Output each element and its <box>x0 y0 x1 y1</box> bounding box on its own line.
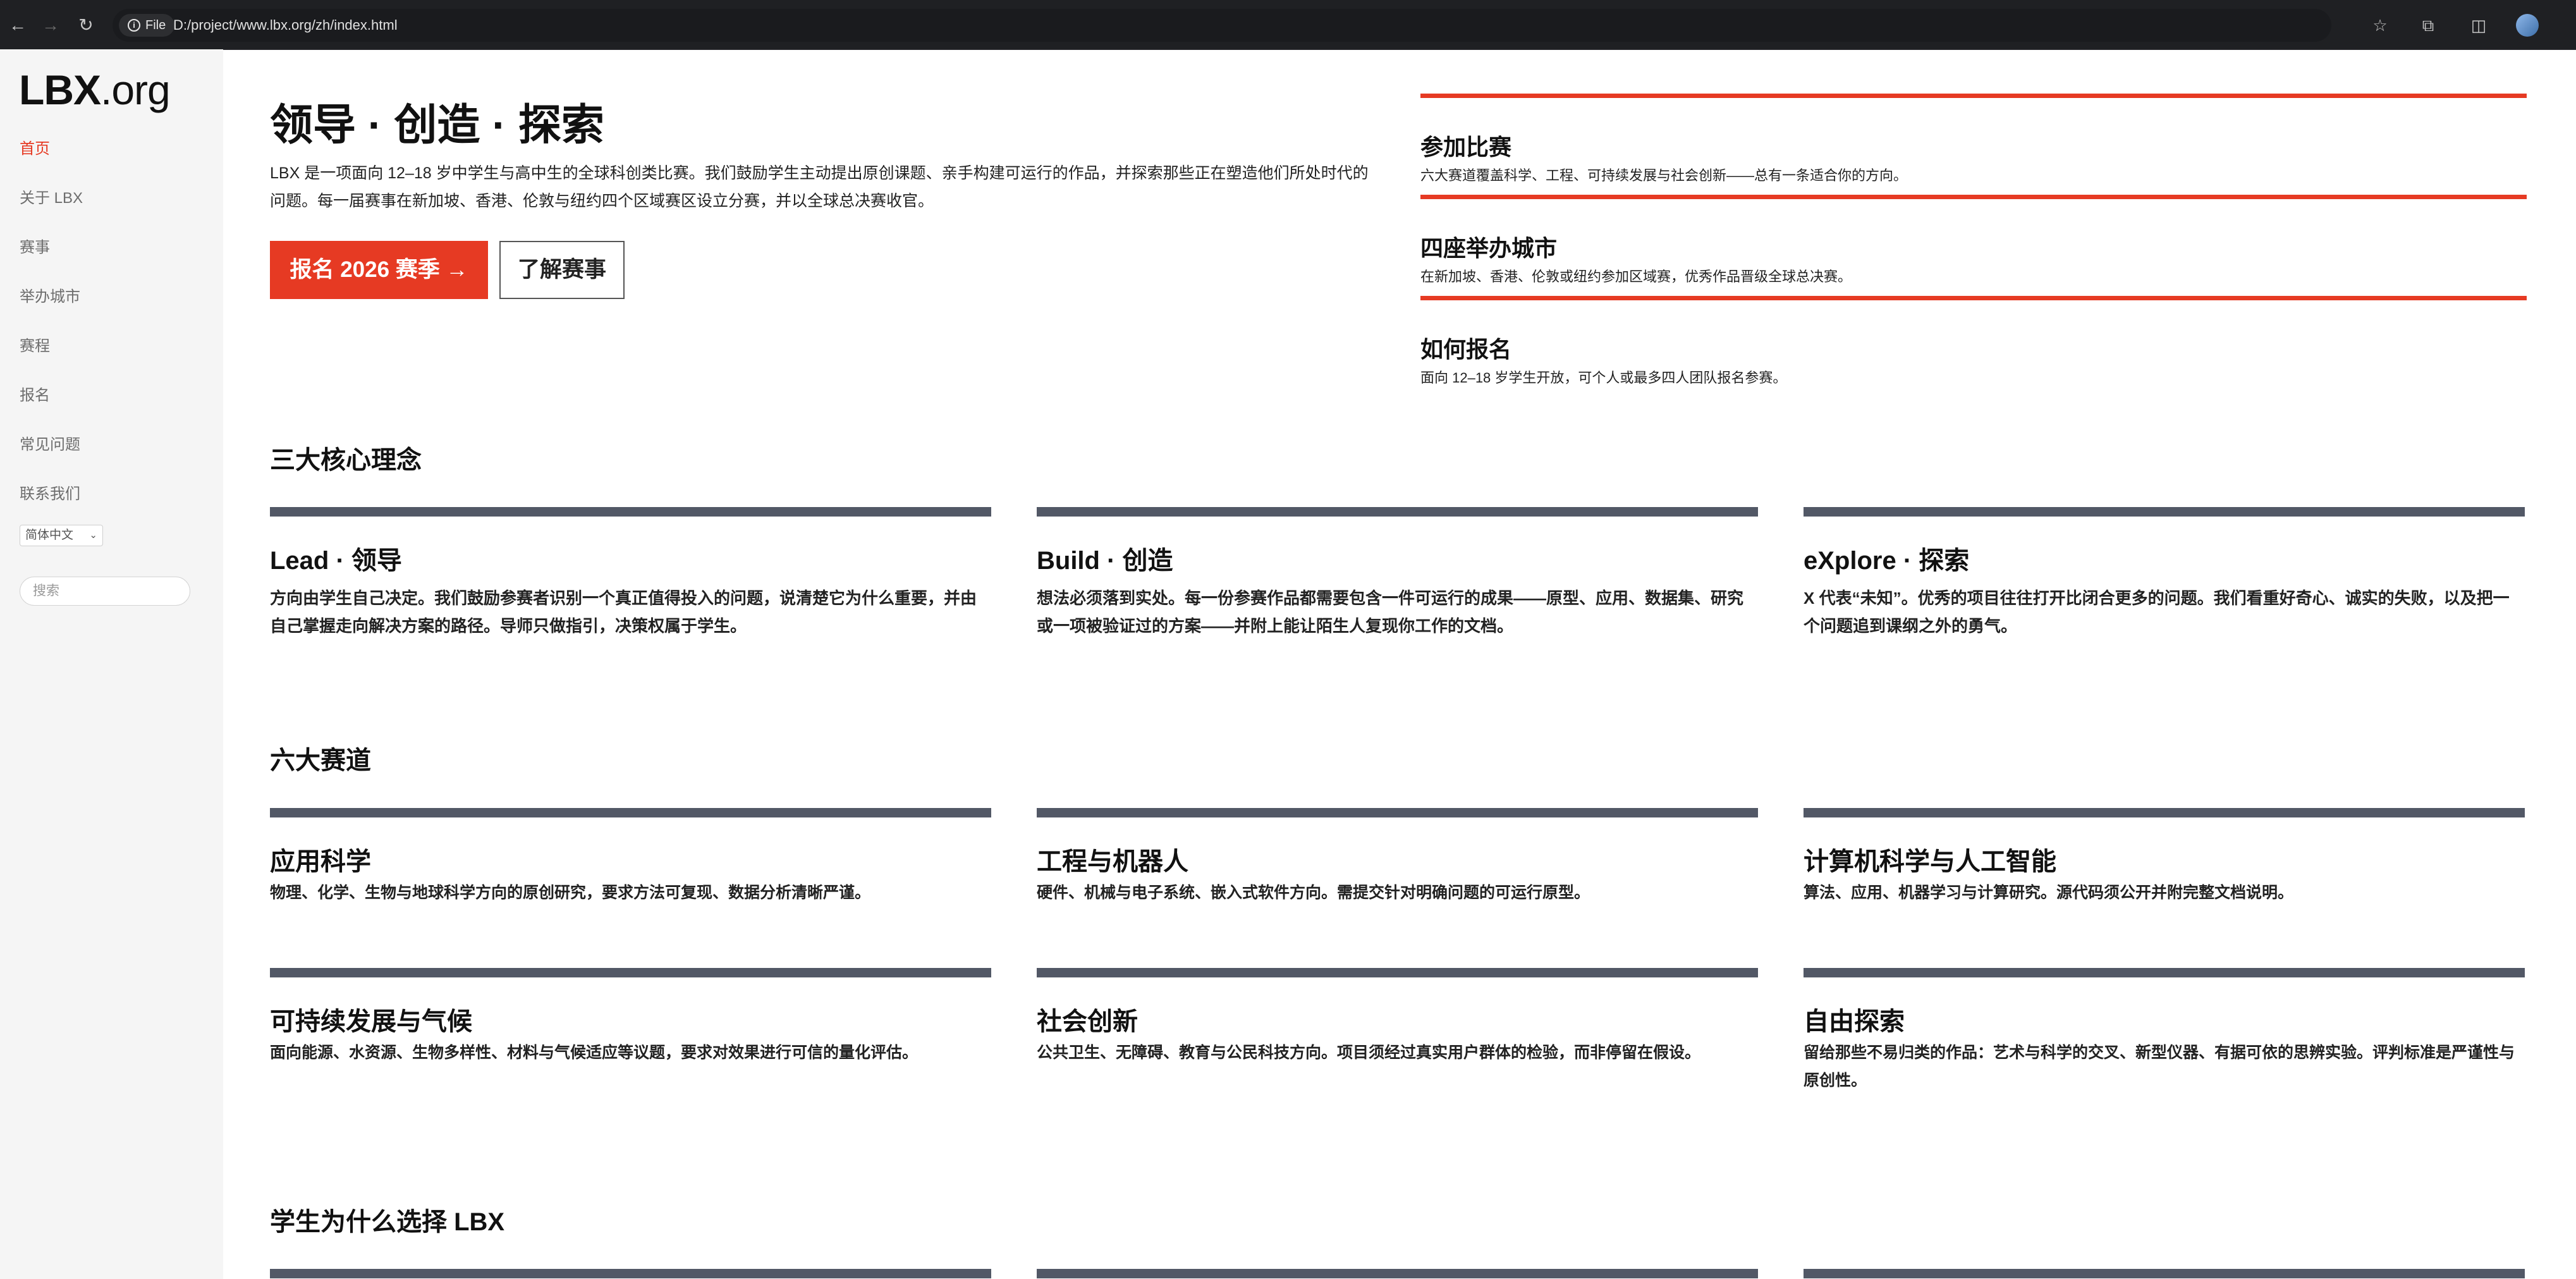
address-bar[interactable]: i File D:/project/www.lbx.org/zh/index.h… <box>113 9 2331 42</box>
card-title[interactable]: 可持续发展与气候 <box>270 1001 472 1037</box>
reload-icon[interactable]: ↻ <box>73 13 99 38</box>
divider <box>1420 195 2527 199</box>
card-bar <box>1804 808 2525 817</box>
card-bar <box>1037 507 1758 517</box>
hero-description: LBX 是一项面向 12–18 岁中学生与高中生的全球科创类比赛。我们鼓励学生主… <box>270 164 1369 210</box>
card-bar <box>270 507 991 517</box>
info-block-desc: 六大赛道覆盖科学、工程、可持续发展与社会创新——总有一条适合你的方向。 <box>1420 168 1908 183</box>
card-desc: X 代表“未知”。优秀的项目往往打开比闭合更多的问题。我们看重好奇心、诚实的失败… <box>1804 589 2510 635</box>
info-block-title[interactable]: 四座举办城市 <box>1420 230 1557 263</box>
divider <box>1420 94 2527 98</box>
core-principles-heading: 三大核心理念 <box>270 446 422 474</box>
card-title: eXplore · 探索 <box>1804 547 1970 575</box>
browser-toolbar: ← → ↻ i File D:/project/www.lbx.org/zh/i… <box>0 0 2576 50</box>
info-block-title[interactable]: 如何报名 <box>1420 331 1511 364</box>
nav-register[interactable]: 报名 <box>20 382 50 405</box>
card-title: Lead · 领导 <box>270 547 402 575</box>
card-desc: 硬件、机械与电子系统、嵌入式软件方向。需提交针对明确问题的可运行原型。 <box>1037 884 1590 902</box>
forward-icon[interactable]: → <box>38 13 63 38</box>
card-title: Build · 创造 <box>1037 547 1173 575</box>
hero-title: 领导 · 创造 · 探索 <box>270 101 604 149</box>
card-desc: 方向由学生自己决定。我们鼓励参赛者识别一个真正值得投入的问题，说清楚它为什么重要… <box>270 589 977 635</box>
nav-home[interactable]: 首页 <box>20 136 50 158</box>
card-bar <box>270 968 991 977</box>
logo-org: .org <box>101 66 171 113</box>
card-bar <box>1037 1269 1758 1278</box>
card-desc: 面向能源、水资源、生物多样性、材料与气候适应等议题，要求对效果进行可信的量化评估… <box>270 1044 919 1062</box>
logo-lbx: LBX <box>19 66 101 113</box>
card-desc: 想法必须落到实处。每一份参赛作品都需要包含一件可运行的成果——原型、应用、数据集… <box>1037 589 1744 635</box>
card-title[interactable]: 应用科学 <box>270 841 371 878</box>
info-block-title[interactable]: 参加比赛 <box>1420 129 1511 162</box>
card-bar <box>1804 968 2525 977</box>
card-bar <box>1804 507 2525 517</box>
card-bar <box>270 808 991 817</box>
site-info-chip[interactable]: i File <box>119 14 175 37</box>
divider <box>1420 296 2527 300</box>
nav-about[interactable]: 关于 LBX <box>20 185 83 207</box>
card-bar <box>270 1269 991 1278</box>
card-title[interactable]: 自由探索 <box>1804 1001 1905 1037</box>
card-desc: 留给那些不易归类的作品：艺术与科学的交叉、新型仪器、有据可依的思辨实验。评判标准… <box>1804 1044 2515 1089</box>
language-select[interactable]: 简体中文 ⌄ <box>20 525 103 546</box>
file-label: File <box>145 18 166 32</box>
card-title[interactable]: 社会创新 <box>1037 1001 1138 1037</box>
chevron-down-icon: ⌄ <box>89 530 97 541</box>
profile-avatar[interactable] <box>2516 14 2539 37</box>
card-desc: 物理、化学、生物与地球科学方向的原创研究，要求方法可复现、数据分析清晰严谨。 <box>270 884 871 902</box>
card-bar <box>1037 808 1758 817</box>
nav-contact[interactable]: 联系我们 <box>20 481 80 503</box>
info-block-desc: 面向 12–18 岁学生开放，可个人或最多四人团队报名参赛。 <box>1420 370 1787 386</box>
tracks-heading: 六大赛道 <box>270 747 371 774</box>
why-lbx-heading: 学生为什么选择 LBX <box>270 1208 505 1236</box>
info-block-desc: 在新加坡、香港、伦敦或纽约参加区域赛，优秀作品晋级全球总决赛。 <box>1420 269 1852 285</box>
bookmark-star-icon[interactable]: ☆ <box>2367 12 2393 39</box>
learn-more-button[interactable]: 了解赛事 <box>499 241 625 299</box>
sidebar: LBX.org 首页 关于 LBX 赛事 举办城市 赛程 报名 常见问题 联系我… <box>0 49 223 1279</box>
card-bar <box>1037 968 1758 977</box>
extensions-icon[interactable]: ⧉ <box>2415 12 2441 39</box>
card-desc: 公共卫生、无障碍、教育与公民科技方向。项目须经过真实用户群体的检验，而非停留在假… <box>1037 1044 1701 1062</box>
register-2026-button[interactable]: 报名 2026 赛季 → <box>270 241 488 299</box>
language-value: 简体中文 <box>25 529 74 542</box>
url-text[interactable]: D:/project/www.lbx.org/zh/index.html <box>173 9 398 42</box>
card-bar <box>1804 1269 2525 1278</box>
search-input[interactable] <box>20 577 190 606</box>
card-title[interactable]: 工程与机器人 <box>1037 841 1188 878</box>
back-icon[interactable]: ← <box>5 13 30 38</box>
split-view-icon[interactable]: ◫ <box>2465 12 2492 39</box>
nav-host-cities[interactable]: 举办城市 <box>20 284 80 306</box>
site-logo[interactable]: LBX.org <box>19 66 171 114</box>
nav-schedule[interactable]: 赛程 <box>20 333 50 355</box>
nav-faq[interactable]: 常见问题 <box>20 432 80 454</box>
card-desc: 算法、应用、机器学习与计算研究。源代码须公开并附完整文档说明。 <box>1804 884 2294 902</box>
card-title[interactable]: 计算机科学与人工智能 <box>1804 841 2056 878</box>
nav-competition[interactable]: 赛事 <box>20 235 50 257</box>
info-icon: i <box>128 19 140 32</box>
